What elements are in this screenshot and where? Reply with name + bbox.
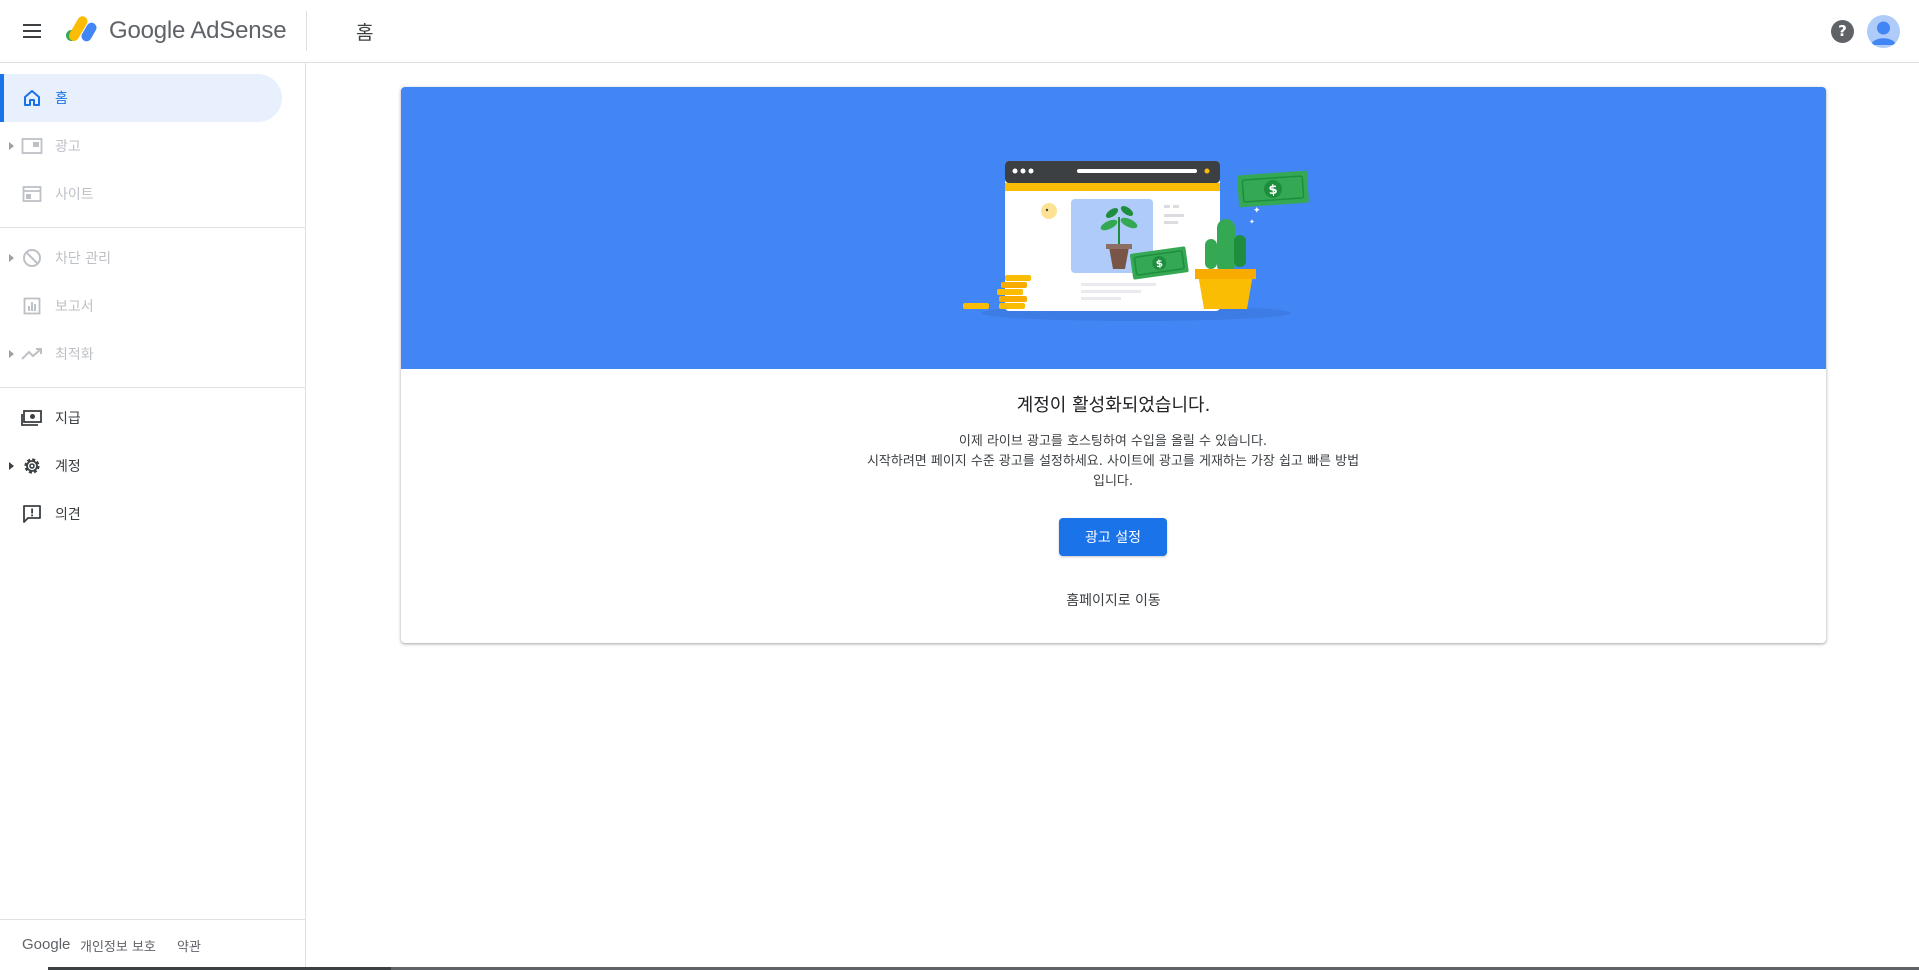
optimize-icon	[20, 342, 44, 366]
description-line: 시작하려면 페이지 수준 광고를 설정하세요. 사이트에 광고를 게재하는 가장…	[866, 454, 1360, 489]
sidebar-item-reports[interactable]: 보고서	[0, 282, 282, 330]
gear-icon	[20, 454, 44, 478]
activation-description: 이제 라이브 광고를 호스팅하여 수입을 올릴 수 있습니다. 시작하려면 페이…	[863, 432, 1363, 492]
sidebar-item-label: 지급	[55, 411, 81, 427]
top-app-bar: Google AdSense 홈 ?	[0, 0, 1919, 63]
sidebar-item-label: 최적화	[55, 347, 94, 363]
sidebar-item-label: 보고서	[55, 299, 94, 315]
payments-icon	[20, 406, 44, 430]
terms-link[interactable]: 약관	[177, 936, 201, 955]
page-title: 홈	[356, 22, 374, 44]
reports-icon	[20, 294, 44, 318]
svg-text:✦: ✦	[1249, 218, 1255, 226]
sidebar-item-feedback[interactable]: 의견	[0, 490, 282, 538]
sidebar-item-ads[interactable]: 광고	[0, 122, 282, 170]
block-icon	[20, 246, 44, 270]
sidebar-item-label: 광고	[55, 139, 81, 155]
sidebar-item-payments[interactable]: 지급	[0, 394, 282, 442]
expand-caret-icon	[9, 350, 14, 358]
sidebar-item-label: 계정	[55, 459, 81, 475]
hero-banner: $ $ ✦ ✦	[401, 87, 1826, 369]
menu-icon[interactable]	[20, 19, 46, 43]
sidebar-item-sites[interactable]: 사이트	[0, 170, 282, 218]
avatar[interactable]	[1867, 15, 1900, 48]
sidebar-divider	[0, 227, 305, 228]
activation-title: 계정이 활성화되었습니다.	[1016, 395, 1211, 416]
home-icon	[20, 86, 44, 110]
sidebar: 홈 광고 사이트 차단 관리 보고서 최적화 지급 계정 의견 Google 개…	[0, 63, 306, 970]
hero-illustration: $ $ ✦ ✦	[963, 161, 1309, 321]
header-divider	[306, 11, 307, 51]
privacy-link[interactable]: 개인정보 보호	[80, 936, 156, 955]
sidebar-item-optimize[interactable]: 최적화	[0, 330, 282, 378]
expand-caret-icon	[9, 254, 14, 262]
sidebar-divider	[0, 387, 305, 388]
go-to-homepage-link[interactable]: 홈페이지로 이동	[401, 590, 1826, 610]
account-activated-card: $ $ ✦ ✦ 계정이 활성화되었습니다. 이제 라이브 광고를 호스팅하여 수…	[401, 87, 1826, 643]
adsense-logo-icon	[66, 16, 97, 42]
sites-icon	[20, 182, 44, 206]
sidebar-item-home[interactable]: 홈	[0, 74, 282, 122]
expand-caret-icon	[9, 142, 14, 150]
sidebar-item-blocking[interactable]: 차단 관리	[0, 234, 282, 282]
account-icon	[1871, 21, 1896, 45]
sidebar-item-label: 의견	[55, 507, 81, 523]
setup-ads-button[interactable]: 광고 설정	[1059, 518, 1167, 556]
description-line: 이제 라이브 광고를 호스팅하여 수입을 올릴 수 있습니다.	[958, 434, 1268, 449]
feedback-icon	[20, 502, 44, 526]
sidebar-item-account[interactable]: 계정	[0, 442, 282, 490]
sidebar-item-label: 홈	[55, 91, 68, 107]
expand-caret-icon	[9, 462, 14, 470]
help-icon[interactable]: ?	[1831, 20, 1854, 43]
sidebar-item-label: 차단 관리	[55, 251, 111, 267]
logo-text[interactable]: Google AdSense	[109, 17, 287, 45]
svg-text:✦: ✦	[1253, 206, 1261, 216]
sidebar-item-label: 사이트	[55, 187, 94, 203]
dollar-symbol-top: $	[1268, 183, 1278, 199]
footer-google-logo: Google	[22, 936, 71, 953]
sidebar-footer: Google 개인정보 보호 약관	[0, 919, 305, 970]
ads-icon	[20, 134, 44, 158]
